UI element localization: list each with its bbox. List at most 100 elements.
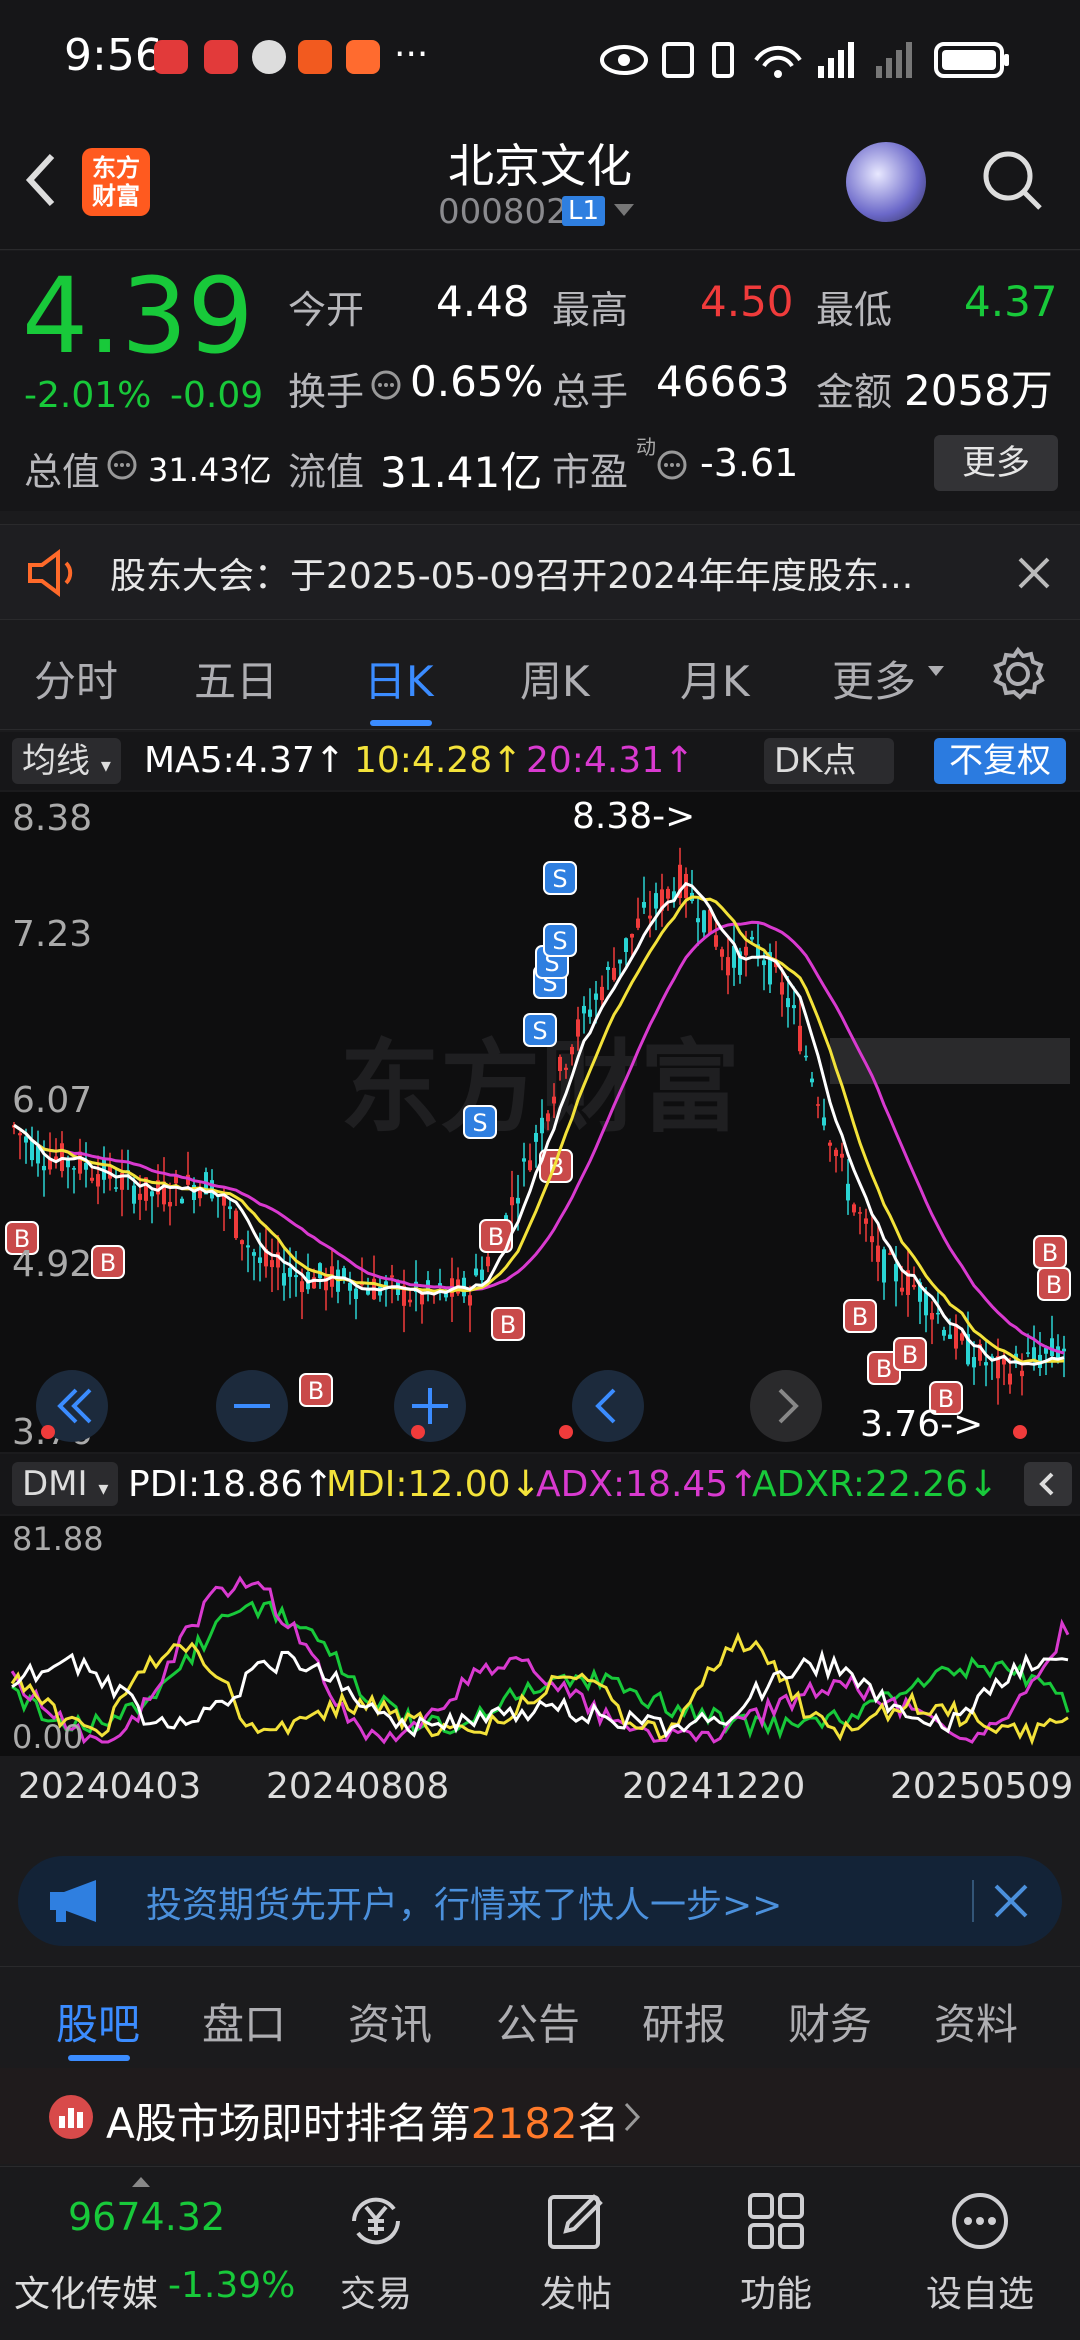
volume-value: 46663: [656, 357, 790, 406]
candle-body: [762, 960, 766, 966]
assistant-avatar[interactable]: [846, 142, 926, 222]
candle-body: [540, 1117, 544, 1134]
candle-body: [240, 1240, 244, 1245]
ranking-banner[interactable]: A股市场即时排名第2182名: [0, 2068, 1080, 2164]
collapse-button[interactable]: [1024, 1462, 1072, 1506]
tab-intraday[interactable]: 分时: [34, 648, 118, 709]
tab-profile[interactable]: 资料: [934, 1991, 1018, 2052]
tab-orderbook[interactable]: 盘口: [202, 1991, 286, 2052]
candle-body: [852, 1204, 856, 1213]
candle-body: [246, 1245, 250, 1248]
zoom-in-button[interactable]: [394, 1370, 466, 1442]
adx-value: ADX:18.45↑: [536, 1464, 759, 1505]
edit-icon: [548, 2194, 603, 2249]
nfc-icon: [662, 42, 694, 78]
grid-icon: [748, 2193, 804, 2249]
candle-body: [726, 957, 730, 976]
indicator-selector[interactable]: DMI ▾: [12, 1462, 119, 1506]
tab-more[interactable]: 更多: [832, 648, 916, 709]
nav-watchlist[interactable]: 设自选: [900, 2167, 1060, 2340]
amount-value: 2058万: [904, 366, 1053, 415]
level-badge[interactable]: L1: [562, 196, 606, 226]
promo-banner[interactable]: 投资期货先开户，行情来了快人一步>>: [18, 1856, 1062, 1946]
float-value: 31.41亿: [380, 448, 543, 497]
stock-header: 东方财富 北京文化 000802 L1: [0, 120, 1080, 250]
tab-announcements[interactable]: 公告: [496, 1991, 580, 2052]
candle-body: [942, 1329, 946, 1336]
info-tabs: 股吧 盘口 资讯 公告 研报 财务 资料: [0, 1966, 1080, 2066]
candle-body: [42, 1165, 46, 1171]
candle-body: [624, 938, 628, 953]
candle-body: [90, 1177, 94, 1181]
candle-body: [138, 1193, 142, 1200]
tab-weekly-k[interactable]: 周K: [520, 648, 590, 709]
candle-body: [870, 1236, 874, 1243]
mktcap-value: 31.43亿: [148, 451, 272, 489]
buy-marker: B: [91, 1245, 125, 1279]
candle-body: [642, 902, 646, 908]
candle-body: [588, 1009, 592, 1017]
tab-five-day[interactable]: 五日: [194, 648, 278, 709]
scroll-right-button[interactable]: [750, 1370, 822, 1442]
candle-body: [780, 982, 784, 995]
sector-index[interactable]: 9674.32 文化传媒 -1.39%: [0, 2167, 295, 2340]
nav-trade[interactable]: 交易: [296, 2167, 456, 2340]
megaphone-icon: [50, 1880, 96, 1922]
candle-body: [474, 1268, 478, 1276]
tab-forum[interactable]: 股吧: [56, 1991, 140, 2052]
candle-body: [600, 986, 604, 1001]
chevron-right-icon: [624, 2102, 641, 2132]
candle-body: [750, 936, 754, 940]
gear-icon[interactable]: [990, 646, 1046, 702]
candle-body: [948, 1334, 952, 1339]
tab-research[interactable]: 研报: [642, 1991, 726, 2052]
candle-body: [984, 1362, 988, 1366]
adjust-button[interactable]: 不复权: [934, 738, 1066, 784]
scroll-left-button[interactable]: [572, 1370, 644, 1442]
nav-post-label: 发帖: [539, 2274, 612, 2315]
y-tick-max: 8.38: [12, 798, 92, 839]
candlestick-chart[interactable]: 东方财富 BBBBBBSSSSSSBBBBBB 8.38 7.23 6.07 4…: [0, 792, 1080, 1453]
tab-financials[interactable]: 财务: [788, 1991, 872, 2052]
turnover-value: 0.65%: [410, 357, 544, 406]
notice-bar[interactable]: 股东大会：于2025-05-09召开2024年年度股东...: [0, 524, 1080, 620]
info-icon[interactable]: [106, 449, 138, 481]
close-icon[interactable]: [1016, 555, 1052, 591]
candle-body: [696, 918, 700, 923]
more-circle-icon: [952, 2193, 1008, 2249]
candle-body: [390, 1275, 394, 1278]
ma-selector[interactable]: 均线 ▾: [12, 738, 121, 784]
candle-body: [270, 1260, 274, 1268]
candle-body: [798, 1025, 802, 1052]
dk-point-button[interactable]: DK点: [764, 738, 894, 784]
nav-function[interactable]: 功能: [696, 2167, 856, 2340]
active-tab-indicator: [370, 720, 432, 726]
nav-post[interactable]: 发帖: [496, 2167, 656, 2340]
tab-daily-k[interactable]: 日K: [364, 648, 434, 709]
date-label: 20240808: [266, 1766, 450, 1807]
chevron-down-icon[interactable]: [614, 204, 634, 216]
dmi-y-bottom: 0.00: [12, 1718, 83, 1756]
candle-body: [528, 1160, 532, 1171]
candle-body: [810, 1078, 814, 1083]
nav-watchlist-label: 设自选: [925, 2274, 1034, 2315]
app-notification-icon: [154, 40, 188, 74]
candle-body: [606, 966, 610, 970]
close-icon[interactable]: [992, 1882, 1030, 1920]
tab-news[interactable]: 资讯: [348, 1991, 432, 2052]
candle-body: [228, 1206, 232, 1210]
change-amount: -0.09: [170, 375, 264, 416]
zoom-out-button[interactable]: [216, 1370, 288, 1442]
info-icon[interactable]: [656, 449, 688, 481]
svg-text:B: B: [876, 1355, 892, 1383]
candle-body: [612, 967, 616, 980]
search-icon[interactable]: [980, 148, 1044, 212]
candle-body: [348, 1282, 352, 1291]
candle-body: [552, 1096, 556, 1104]
date-label: 20241220: [622, 1766, 806, 1807]
mdi-value: MDI:12.00↓: [326, 1464, 541, 1505]
more-button[interactable]: 更多: [934, 435, 1058, 491]
tab-monthly-k[interactable]: 月K: [680, 648, 750, 709]
ma-indicator-bar: 均线 ▾ MA5:4.37↑ 10:4.28↑ 20:4.31↑ DK点 不复权: [0, 732, 1080, 790]
info-icon[interactable]: [370, 369, 402, 401]
